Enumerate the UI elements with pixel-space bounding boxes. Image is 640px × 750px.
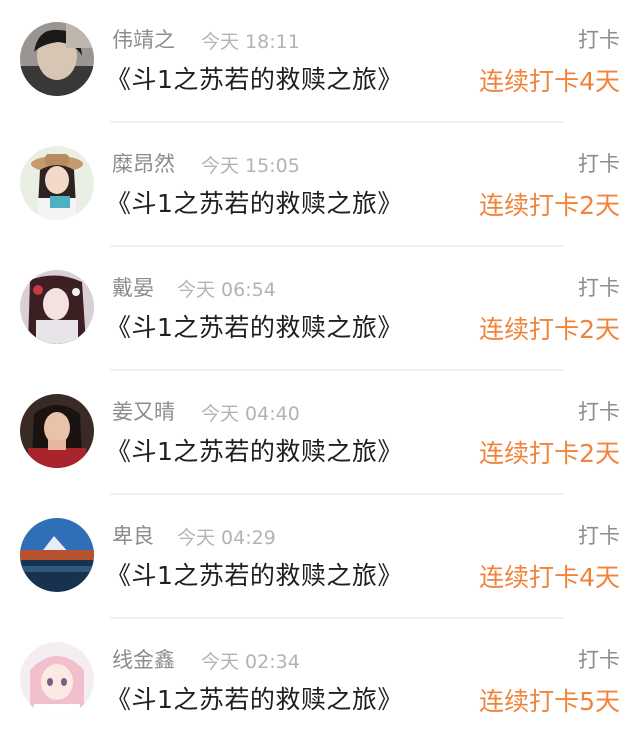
avatar-image [20, 146, 94, 220]
list-item[interactable]: 卑良 今天 04:29 打卡 《斗1之苏若的救赎之旅》 连续打卡4天 [0, 496, 640, 620]
divider [110, 493, 564, 495]
streak-count: 连续打卡4天 [479, 67, 620, 96]
divider [110, 369, 564, 371]
timestamp: 今天 04:29 [177, 527, 276, 549]
streak-count: 连续打卡4天 [479, 563, 620, 592]
timestamp: 今天 06:54 [177, 279, 276, 301]
list-item[interactable]: 戴晏 今天 06:54 打卡 《斗1之苏若的救赎之旅》 连续打卡2天 [0, 248, 640, 372]
user-name[interactable]: 线金鑫 [112, 644, 175, 674]
checkin-tag: 打卡 [578, 524, 620, 548]
checkin-tag: 打卡 [578, 648, 620, 672]
user-name[interactable]: 伟靖之 [112, 24, 175, 54]
timestamp: 今天 15:05 [201, 155, 300, 177]
avatar-image [20, 22, 94, 96]
streak-count: 连续打卡2天 [479, 315, 620, 344]
list-item[interactable]: 伟靖之 今天 18:11 打卡 《斗1之苏若的救赎之旅》 连续打卡4天 [0, 0, 640, 124]
book-title[interactable]: 《斗1之苏若的救赎之旅》 [106, 680, 403, 716]
checkin-tag: 打卡 [578, 276, 620, 300]
list-item[interactable]: 糜昂然 今天 15:05 打卡 《斗1之苏若的救赎之旅》 连续打卡2天 [0, 124, 640, 248]
avatar-image [20, 270, 94, 344]
list-item[interactable]: 姜又晴 今天 04:40 打卡 《斗1之苏若的救赎之旅》 连续打卡2天 [0, 372, 640, 496]
divider [110, 617, 564, 619]
checkin-tag: 打卡 [578, 28, 620, 52]
avatar[interactable] [20, 146, 94, 220]
book-title[interactable]: 《斗1之苏若的救赎之旅》 [106, 184, 403, 220]
user-name[interactable]: 卑良 [112, 520, 154, 550]
timestamp: 今天 18:11 [201, 31, 300, 53]
divider [110, 245, 564, 247]
streak-count: 连续打卡5天 [479, 687, 620, 716]
list-item[interactable]: 线金鑫 今天 02:34 打卡 《斗1之苏若的救赎之旅》 连续打卡5天 [0, 620, 640, 744]
user-name[interactable]: 糜昂然 [112, 148, 175, 178]
timestamp: 今天 04:40 [201, 403, 300, 425]
avatar-image [20, 394, 94, 468]
avatar-image [20, 642, 94, 716]
avatar[interactable] [20, 518, 94, 592]
checkin-tag: 打卡 [578, 152, 620, 176]
avatar[interactable] [20, 642, 94, 716]
checkin-tag: 打卡 [578, 400, 620, 424]
checkin-list: 伟靖之 今天 18:11 打卡 《斗1之苏若的救赎之旅》 连续打卡4天 糜昂然 … [0, 0, 640, 750]
book-title[interactable]: 《斗1之苏若的救赎之旅》 [106, 308, 403, 344]
avatar-image [20, 518, 94, 592]
streak-count: 连续打卡2天 [479, 439, 620, 468]
avatar[interactable] [20, 22, 94, 96]
user-name[interactable]: 戴晏 [112, 272, 154, 302]
avatar[interactable] [20, 270, 94, 344]
timestamp: 今天 02:34 [201, 651, 300, 673]
user-name[interactable]: 姜又晴 [112, 396, 175, 426]
book-title[interactable]: 《斗1之苏若的救赎之旅》 [106, 556, 403, 592]
streak-count: 连续打卡2天 [479, 191, 620, 220]
book-title[interactable]: 《斗1之苏若的救赎之旅》 [106, 60, 403, 96]
book-title[interactable]: 《斗1之苏若的救赎之旅》 [106, 432, 403, 468]
divider [110, 121, 564, 123]
avatar[interactable] [20, 394, 94, 468]
